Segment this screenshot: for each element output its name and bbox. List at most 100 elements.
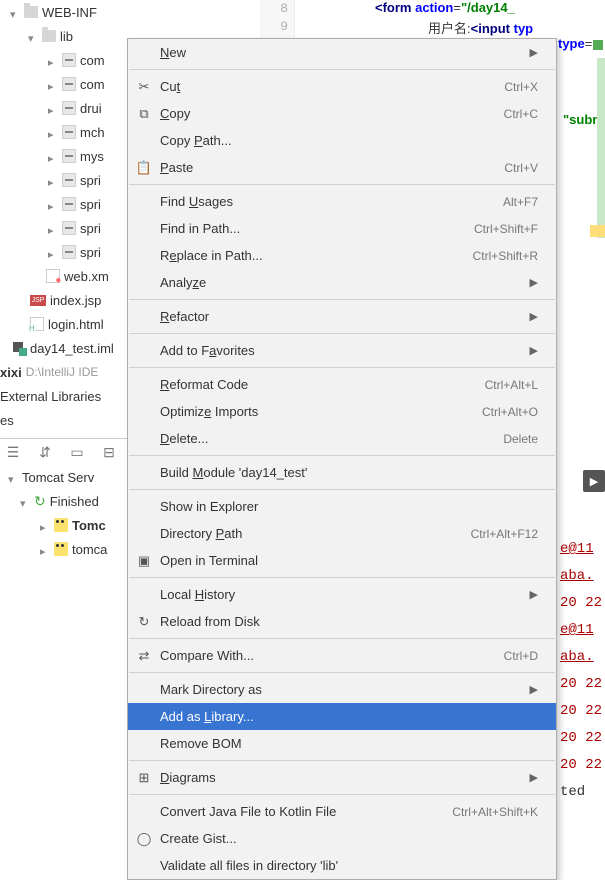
tree-label: com <box>80 53 105 68</box>
chevron-right-icon: ▶ <box>530 683 538 696</box>
tomcat-label: tomca <box>72 542 107 557</box>
menu-item-open-in-terminal[interactable]: ▣Open in Terminal <box>128 547 556 574</box>
menu-item-cut[interactable]: ✂CutCtrl+X <box>128 73 556 100</box>
chevron-right-icon[interactable] <box>48 246 60 258</box>
menu-item-label: Optimize Imports <box>160 404 482 419</box>
menu-item-label: Reformat Code <box>160 377 485 392</box>
menu-item-mark-directory-as[interactable]: Mark Directory as▶ <box>128 676 556 703</box>
chevron-right-icon[interactable] <box>48 126 60 138</box>
chevron-down-icon[interactable] <box>8 471 20 483</box>
menu-item-delete[interactable]: Delete...Delete <box>128 425 556 452</box>
menu-item-convert-java-file-to-kotlin-file[interactable]: Convert Java File to Kotlin FileCtrl+Alt… <box>128 798 556 825</box>
menu-item-icon-empty <box>134 219 154 239</box>
console-line[interactable]: e@11 <box>560 536 602 563</box>
menu-item-icon: ↻ <box>134 612 154 632</box>
gutter-line-9: 9 <box>260 18 288 36</box>
menu-item-icon-empty <box>134 246 154 266</box>
menu-item-shortcut: Alt+F7 <box>503 195 538 209</box>
menu-item-copy[interactable]: ⧉CopyCtrl+C <box>128 100 556 127</box>
xml-file-icon <box>46 269 60 283</box>
menu-item-local-history[interactable]: Local History▶ <box>128 581 556 608</box>
code-line-1[interactable]: <form action="/day14_ <box>375 0 515 15</box>
finished-node[interactable]: ↻ Finished <box>0 489 127 513</box>
warning-stripe[interactable] <box>590 225 605 237</box>
folder-icon <box>24 6 38 18</box>
menu-item-paste[interactable]: 📋PasteCtrl+V <box>128 154 556 181</box>
console-output[interactable]: e@11 aba. 20 22 e@11 aba. 20 22 20 22 20… <box>560 536 602 806</box>
menu-item-find-usages[interactable]: Find UsagesAlt+F7 <box>128 188 556 215</box>
menu-item-icon-empty <box>134 192 154 212</box>
menu-item-replace-in-path[interactable]: Replace in Path...Ctrl+Shift+R <box>128 242 556 269</box>
menu-item-icon-empty <box>134 524 154 544</box>
chevron-down-icon[interactable] <box>10 6 22 18</box>
menu-item-add-as-library[interactable]: Add as Library... <box>128 703 556 730</box>
menu-item-icon-empty <box>134 585 154 605</box>
menu-item-compare-with[interactable]: ⇄Compare With...Ctrl+D <box>128 642 556 669</box>
menu-item-icon: ⧉ <box>134 104 154 124</box>
menu-item-validate-all-files-in-directory-lib[interactable]: Validate all files in directory 'lib' <box>128 852 556 879</box>
console-line[interactable]: aba. <box>560 644 602 671</box>
menu-item-refactor[interactable]: Refactor▶ <box>128 303 556 330</box>
chevron-right-icon[interactable] <box>48 174 60 186</box>
menu-item-show-in-explorer[interactable]: Show in Explorer <box>128 493 556 520</box>
menu-item-label: Build Module 'day14_test' <box>160 465 538 480</box>
code-line-3[interactable]: type= <box>558 36 592 51</box>
play-button[interactable]: ▶ <box>583 470 605 492</box>
chevron-right-icon[interactable] <box>48 150 60 162</box>
toggle-icon[interactable]: ⇵ <box>36 443 54 461</box>
menu-item-directory-path[interactable]: Directory PathCtrl+Alt+F12 <box>128 520 556 547</box>
chevron-right-icon[interactable] <box>40 519 52 531</box>
inspection-indicator[interactable] <box>593 40 603 50</box>
menu-item-remove-bom[interactable]: Remove BOM <box>128 730 556 757</box>
menu-item-reload-from-disk[interactable]: ↻Reload from Disk <box>128 608 556 635</box>
tree-node-web-inf[interactable]: WEB-INF <box>0 0 150 24</box>
menu-separator <box>129 489 555 490</box>
menu-item-label: Mark Directory as <box>160 682 530 697</box>
expand-icon[interactable]: ▭ <box>68 443 86 461</box>
chevron-right-icon[interactable] <box>48 102 60 114</box>
chevron-down-icon[interactable] <box>20 495 32 507</box>
menu-item-label: Open in Terminal <box>160 553 538 568</box>
menu-item-create-gist[interactable]: ◯Create Gist... <box>128 825 556 852</box>
menu-item-new[interactable]: New▶ <box>128 39 556 66</box>
finished-label: Finished <box>50 494 99 509</box>
chevron-right-icon[interactable] <box>48 54 60 66</box>
chevron-right-icon[interactable] <box>48 78 60 90</box>
context-menu[interactable]: New▶ ✂CutCtrl+X⧉CopyCtrl+CCopy Path...📋Pa… <box>127 38 557 880</box>
menu-item-analyze[interactable]: Analyze▶ <box>128 269 556 296</box>
menu-item-add-to-favorites[interactable]: Add to Favorites▶ <box>128 337 556 364</box>
menu-item-icon: ◯ <box>134 829 154 849</box>
chevron-right-icon: ▶ <box>530 46 538 59</box>
menu-item-diagrams[interactable]: ⊞Diagrams▶ <box>128 764 556 791</box>
refresh-ok-icon: ↻ <box>34 493 46 510</box>
menu-separator <box>129 299 555 300</box>
menu-item-build-module-day14-test[interactable]: Build Module 'day14_test' <box>128 459 556 486</box>
collapse-icon[interactable]: ⊟ <box>100 443 118 461</box>
tree-label: spri <box>80 197 101 212</box>
chevron-down-icon[interactable] <box>28 30 40 42</box>
menu-separator <box>129 367 555 368</box>
filter-icon[interactable]: ☰ <box>4 443 22 461</box>
server-node[interactable]: Tomcat Serv <box>0 465 127 489</box>
console-line[interactable]: e@11 <box>560 617 602 644</box>
chevron-right-icon: ▶ <box>530 771 538 784</box>
menu-item-reformat-code[interactable]: Reformat CodeCtrl+Alt+L <box>128 371 556 398</box>
code-line-2[interactable]: 用户名:<input typ <box>428 18 533 37</box>
menu-item-label: Find in Path... <box>160 221 474 236</box>
console-line[interactable]: aba. <box>560 563 602 590</box>
tomcat-bold-node[interactable]: Tomc <box>0 513 127 537</box>
run-toolbar: ☰ ⇵ ▭ ⊟ <box>0 439 127 465</box>
menu-item-shortcut: Ctrl+Alt+L <box>485 378 538 392</box>
menu-item-icon: ✂ <box>134 77 154 97</box>
menu-item-copy-path[interactable]: Copy Path... <box>128 127 556 154</box>
tomcat-node[interactable]: tomca <box>0 537 127 561</box>
chevron-right-icon[interactable] <box>48 198 60 210</box>
menu-item-icon-empty <box>134 43 154 63</box>
chevron-right-icon[interactable] <box>48 222 60 234</box>
tree-label: com <box>80 77 105 92</box>
menu-item-find-in-path[interactable]: Find in Path...Ctrl+Shift+F <box>128 215 556 242</box>
menu-item-label: Add to Favorites <box>160 343 530 358</box>
chevron-right-icon[interactable] <box>40 543 52 555</box>
menu-item-icon-empty <box>134 707 154 727</box>
menu-item-optimize-imports[interactable]: Optimize ImportsCtrl+Alt+O <box>128 398 556 425</box>
